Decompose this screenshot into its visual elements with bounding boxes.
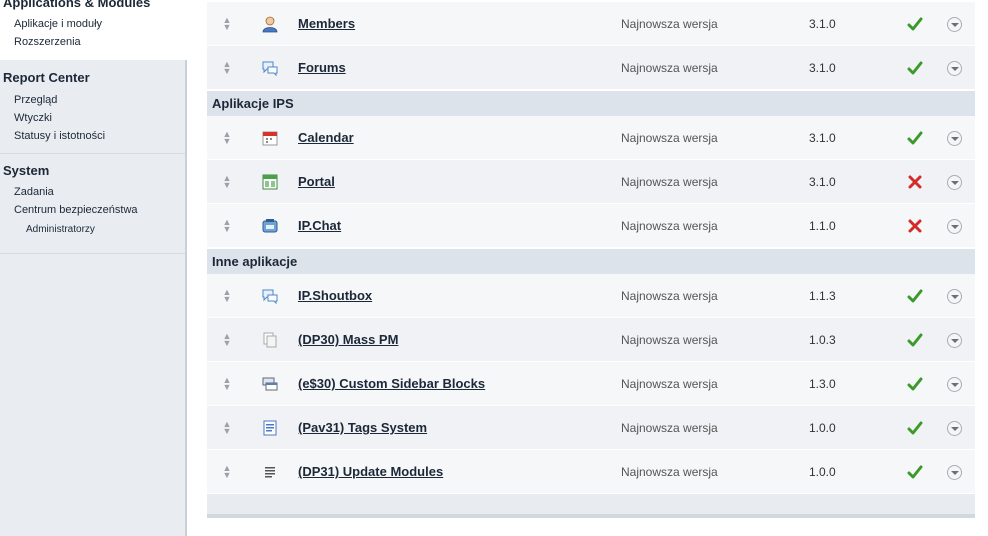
drag-handle-icon[interactable]: ▲ ▼ [221,174,233,190]
app-name-link[interactable]: (e$30) Custom Sidebar Blocks [298,376,485,391]
app-version: 3.1.0 [809,131,836,145]
sidebar-blocks-icon [262,377,278,391]
app-name-link[interactable]: (DP30) Mass PM [298,332,398,347]
sidebar-applications-block: Applications & Modules Aplikacje i moduł… [0,0,187,58]
table-row: ▲ ▼ IP.Chat Najnowsza wersja 1.1.0 [207,204,975,248]
sidebar-report-center-title: Report Center [3,70,90,85]
table-footer [207,494,975,518]
sidebar-item-aplikacje-i-moduly[interactable]: Aplikacje i moduły [14,18,102,30]
app-status: Najnowsza wersja [621,377,718,391]
app-status: Najnowsza wersja [621,333,718,347]
app-name-link[interactable]: (DP31) Update Modules [298,464,443,479]
app-version: 1.0.3 [809,333,836,347]
drag-handle-icon[interactable]: ▲ ▼ [221,420,233,436]
app-name-link[interactable]: Portal [298,174,335,189]
sidebar-item-zadania[interactable]: Zadania [14,186,54,198]
enabled-check-icon[interactable] [907,288,923,304]
chat-icon [262,219,278,233]
app-status: Najnowsza wersja [621,421,718,435]
row-options-menu-button[interactable] [947,131,962,146]
shoutbox-icon [262,289,278,305]
sidebar-item-wtyczki[interactable]: Wtyczki [14,112,52,124]
enabled-check-icon[interactable] [907,16,923,32]
sidebar-item-administratorzy[interactable]: Administratorzy [26,224,95,235]
enabled-check-icon[interactable] [907,420,923,436]
app-status: Najnowsza wersja [621,61,718,75]
sidebar-item-przeglad[interactable]: Przegląd [14,94,57,106]
sidebar-applications-title: Applications & Modules [3,0,151,10]
sidebar-system-title: System [3,163,50,178]
app-status: Najnowsza wersja [621,465,718,479]
app-status: Najnowsza wersja [621,131,718,145]
disabled-cross-icon[interactable] [907,218,923,234]
app-version: 1.3.0 [809,377,836,391]
drag-handle-icon[interactable]: ▲ ▼ [221,464,233,480]
disabled-cross-icon[interactable] [907,174,923,190]
drag-handle-icon[interactable]: ▲ ▼ [221,16,233,32]
enabled-check-icon[interactable] [907,60,923,76]
app-name-link[interactable]: Members [298,16,355,31]
app-status: Najnowsza wersja [621,17,718,31]
app-status: Najnowsza wersja [621,175,718,189]
sidebar-item-centrum-bezpieczenstwa[interactable]: Centrum bezpieczeństwa [14,204,138,216]
row-options-menu-button[interactable] [947,61,962,76]
table-row: ▲ ▼ Members Najnowsza wersja 3.1.0 [207,2,975,46]
row-options-menu-button[interactable] [947,219,962,234]
app-version: 3.1.0 [809,17,836,31]
row-options-menu-button[interactable] [947,421,962,436]
drag-handle-icon[interactable]: ▲ ▼ [221,218,233,234]
sidebar-divider [0,253,185,254]
enabled-check-icon[interactable] [907,464,923,480]
forums-icon [262,61,278,77]
table-row: ▲ ▼ Portal Najnowsza wersja 3.1.0 [207,160,975,204]
row-options-menu-button[interactable] [947,175,962,190]
row-options-menu-button[interactable] [947,17,962,32]
section-header-other: Inne aplikacje [207,249,975,274]
app-name-link[interactable]: IP.Shoutbox [298,288,372,303]
table-row: ▲ ▼ (e$30) Custom Sidebar Blocks Najnowsz… [207,362,975,406]
table-row: ▲ ▼ (Pav31) Tags System Najnowsza wersja … [207,406,975,450]
app-version: 1.0.0 [809,421,836,435]
drag-handle-icon[interactable]: ▲ ▼ [221,130,233,146]
drag-handle-icon[interactable]: ▲ ▼ [221,332,233,348]
row-options-menu-button[interactable] [947,289,962,304]
enabled-check-icon[interactable] [907,376,923,392]
enabled-check-icon[interactable] [907,130,923,146]
sidebar-divider [0,153,185,154]
drag-handle-icon[interactable]: ▲ ▼ [221,288,233,304]
drag-handle-icon[interactable]: ▲ ▼ [221,376,233,392]
table-row: ▲ ▼ (DP30) Mass PM Najnowsza wersja 1.0.3 [207,318,975,362]
calendar-icon [262,131,278,146]
app-version: 1.0.0 [809,465,836,479]
row-options-menu-button[interactable] [947,333,962,348]
update-modules-icon [265,467,275,478]
mass-pm-icon [263,332,277,348]
app-name-link[interactable]: Calendar [298,130,354,145]
sidebar-item-rozszerzenia[interactable]: Rozszerzenia [14,36,81,48]
app-status: Najnowsza wersja [621,219,718,233]
enabled-check-icon[interactable] [907,332,923,348]
row-options-menu-button[interactable] [947,465,962,480]
table-row: ▲ ▼ Calendar Najnowsza wersja 3.1.0 [207,116,975,160]
table-row: ▲ ▼ (DP31) Update Modules Najnowsza wersj… [207,450,975,494]
drag-handle-icon[interactable]: ▲ ▼ [221,60,233,76]
portal-icon [262,174,278,190]
sidebar: Applications & Modules Aplikacje i moduł… [0,0,187,536]
app-version: 3.1.0 [809,61,836,75]
row-options-menu-button[interactable] [947,377,962,392]
sidebar-item-statusy[interactable]: Statusy i istotności [14,130,105,142]
members-icon [262,16,278,33]
section-header-ips: Aplikacje IPS [207,91,975,116]
sidebar-lower-panel: Report Center Przegląd Wtyczki Statusy i… [0,60,187,536]
app-name-link[interactable]: (Pav31) Tags System [298,420,427,435]
app-version: 3.1.0 [809,175,836,189]
table-row: ▲ ▼ IP.Shoutbox Najnowsza wersja 1.1.3 [207,274,975,318]
app-name-link[interactable]: Forums [298,60,346,75]
app-name-link[interactable]: IP.Chat [298,218,341,233]
app-status: Najnowsza wersja [621,289,718,303]
table-row: ▲ ▼ Forums Najnowsza wersja 3.1.0 [207,46,975,90]
tags-icon [263,420,277,436]
app-version: 1.1.3 [809,289,836,303]
app-version: 1.1.0 [809,219,836,233]
